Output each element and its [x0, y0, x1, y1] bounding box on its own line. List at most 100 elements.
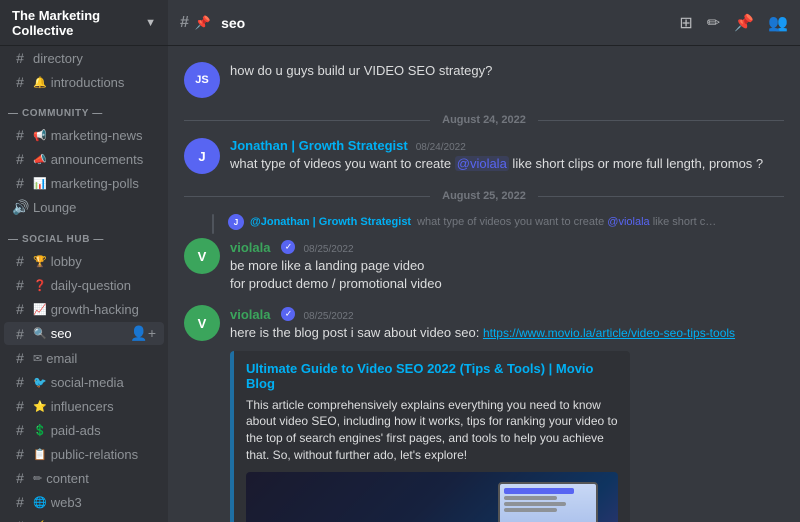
- topbar-actions: ⊞ ✏ 📌 👥: [679, 13, 788, 33]
- message-timestamp: 08/24/2022: [416, 142, 466, 153]
- channel-name: marketing-news: [51, 128, 156, 143]
- laptop-screen: [498, 482, 598, 522]
- message-content-violala2: violala 08/25/2022 here is the blog post…: [230, 305, 784, 522]
- mention-violala[interactable]: @violala: [455, 156, 509, 171]
- channel-name: content: [46, 471, 156, 486]
- channel-influencers[interactable]: # ⭐ influencers: [4, 395, 164, 417]
- message-row-jonathan: J Jonathan | Growth Strategist 08/24/202…: [184, 138, 784, 174]
- verified-icon: [281, 240, 295, 254]
- screen-bar: [504, 508, 557, 512]
- embed-title[interactable]: Ultimate Guide to Video SEO 2022 (Tips &…: [246, 361, 618, 391]
- blog-link[interactable]: https://www.movio.la/article/video-seo-t…: [483, 326, 735, 340]
- hash-icon: #: [12, 422, 28, 438]
- hash-icon: #: [180, 14, 189, 32]
- messages-area: JS how do u guys build ur VIDEO SEO stra…: [168, 46, 800, 522]
- reply-header: J @Jonathan | Growth Strategist what typ…: [228, 214, 717, 230]
- channel-announcements[interactable]: # 📣 announcements: [4, 148, 164, 170]
- channel-lobby[interactable]: # 🏆 lobby: [4, 250, 164, 272]
- message-header: violala 08/25/2022: [230, 305, 784, 322]
- message-timestamp: 08/25/2022: [303, 311, 353, 322]
- server-header[interactable]: The Marketing Collective ▼: [0, 0, 168, 46]
- channel-introductions[interactable]: # 🔔 introductions: [4, 71, 164, 93]
- embed-description: This article comprehensively explains ev…: [246, 397, 618, 464]
- divider-line: [184, 120, 430, 121]
- channel-name: crypto: [51, 519, 156, 522]
- embed-image: Video SEO: [246, 472, 618, 522]
- message-text: here is the blog post i saw about video …: [230, 324, 784, 342]
- message-content-jonathan: Jonathan | Growth Strategist 08/24/2022 …: [230, 138, 784, 174]
- channel-public-relations[interactable]: # 📋 public-relations: [4, 443, 164, 465]
- channel-email[interactable]: # ✉ email: [4, 347, 164, 369]
- hash-icon: #: [12, 301, 28, 317]
- reply-author: @Jonathan | Growth Strategist: [250, 216, 411, 228]
- channel-paid-ads[interactable]: # 💲 paid-ads: [4, 419, 164, 441]
- topbar-channel-name: seo: [221, 15, 245, 31]
- channel-content[interactable]: # ✏ content: [4, 467, 164, 489]
- avatar-jonathan: J: [184, 138, 220, 174]
- channel-name: web3: [51, 495, 156, 510]
- text-before-link: here is the blog post i saw about video …: [230, 325, 483, 340]
- topbar-logo: 📌: [195, 15, 211, 31]
- message-text: what type of videos you want to create @…: [230, 155, 784, 173]
- hash-icon: #: [12, 50, 28, 66]
- verified-icon: [281, 307, 295, 321]
- channel-name: daily-question: [51, 278, 156, 293]
- pencil-icon[interactable]: ✏: [707, 13, 720, 33]
- screen-bar: [504, 502, 566, 506]
- channel-social-media[interactable]: # 🐦 social-media: [4, 371, 164, 393]
- reply-text: what type of videos you want to create @…: [417, 216, 717, 228]
- reply-indent: [192, 214, 218, 234]
- hash-icon: #: [12, 494, 28, 510]
- grid-icon[interactable]: ⊞: [679, 13, 692, 33]
- message-content-violala: violala 08/25/2022 be more like a landin…: [230, 238, 784, 293]
- channel-seo[interactable]: # 🔍 seo 👤+: [4, 322, 164, 345]
- laptop-screen-content: [500, 484, 596, 522]
- avatar: JS: [184, 62, 220, 98]
- social-section-label: — SOCIAL HUB —: [0, 220, 168, 249]
- message-content: how do u guys build ur VIDEO SEO strateg…: [230, 62, 784, 98]
- channel-web3[interactable]: # 🌐 web3: [4, 491, 164, 513]
- channel-daily-question[interactable]: # ❓ daily-question: [4, 274, 164, 296]
- date-text: August 24, 2022: [430, 114, 538, 126]
- channel-marketing-news[interactable]: # 📢 marketing-news: [4, 124, 164, 146]
- channel-directory[interactable]: # directory: [4, 47, 164, 69]
- text-after: like short clips or more full length, pr…: [509, 156, 763, 171]
- channel-growth-hacking[interactable]: # 📈 growth-hacking: [4, 298, 164, 320]
- divider-line: [538, 120, 784, 121]
- channel-crypto[interactable]: # ⚡ crypto: [4, 515, 164, 522]
- channel-name: social-media: [51, 375, 156, 390]
- date-divider-aug25: August 25, 2022: [184, 190, 784, 202]
- reply-context: J @Jonathan | Growth Strategist what typ…: [184, 214, 784, 234]
- message-header: Jonathan | Growth Strategist 08/24/2022: [230, 138, 784, 153]
- message-author: violala: [230, 307, 270, 322]
- add-member-icon[interactable]: 👤+: [130, 325, 156, 342]
- chevron-down-icon: ▼: [145, 17, 156, 29]
- hash-icon: #: [12, 253, 28, 269]
- channel-lounge[interactable]: 🔊 Lounge: [4, 196, 164, 219]
- hash-icon: #: [12, 127, 28, 143]
- reply-line: [212, 214, 214, 234]
- channel-name: marketing-polls: [51, 176, 156, 191]
- avatar-violala2: V: [184, 305, 220, 341]
- message-text: be more like a landing page video: [230, 257, 784, 275]
- text-before: what type of videos you want to create: [230, 156, 455, 171]
- channel-name: public-relations: [51, 447, 156, 462]
- topbar-channel-info: # 📌 seo: [180, 14, 245, 32]
- message-row: JS how do u guys build ur VIDEO SEO stra…: [184, 62, 784, 98]
- channel-name: email: [46, 351, 156, 366]
- channel-marketing-polls[interactable]: # 📊 marketing-polls: [4, 172, 164, 194]
- avatar-violala: V: [184, 238, 220, 274]
- hash-icon: #: [12, 350, 28, 366]
- message-text-2: for product demo / promotional video: [230, 275, 784, 293]
- channel-name: Lounge: [33, 200, 156, 215]
- channel-name: growth-hacking: [51, 302, 156, 317]
- community-section-label: — COMMUNITY —: [0, 94, 168, 123]
- date-text: August 25, 2022: [430, 190, 538, 202]
- message-author: Jonathan | Growth Strategist: [230, 138, 408, 153]
- channel-name: influencers: [51, 399, 156, 414]
- laptop-illustration: [488, 482, 608, 522]
- divider-line: [538, 196, 784, 197]
- channel-name: introductions: [51, 75, 156, 90]
- members-icon[interactable]: 👥: [768, 13, 788, 33]
- pin-icon[interactable]: 📌: [734, 13, 754, 33]
